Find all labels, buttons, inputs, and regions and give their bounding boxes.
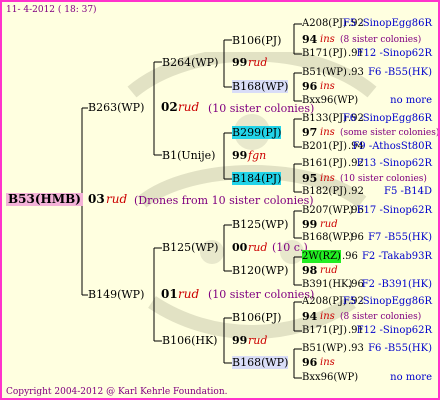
l4-code: F9 -AthosSt80R [352, 141, 432, 152]
l1-year-0: 02 [161, 100, 178, 114]
l4-code: no more [390, 372, 432, 383]
l3-note-6: (8 sister colonies) [340, 312, 422, 322]
l3-origin-4: rud [320, 219, 338, 230]
l1-name-1: B149(WP) [88, 288, 145, 301]
root-name: B53(HMB) [6, 192, 83, 206]
l4-id: B168(WP) [302, 232, 354, 243]
l4-id: 2W(RZ) [302, 250, 341, 263]
l2-year-3: 99 [232, 334, 248, 347]
l3-note-0: (8 sister colonies) [340, 35, 422, 45]
l3-name-1: B168(WP) [232, 80, 289, 93]
l4-code: F12 -Sinop62R [356, 325, 432, 336]
l4-id: A208(PJ) [302, 296, 347, 307]
l3-name-0: B106(PJ) [232, 34, 282, 47]
l4-id: B171(PJ) [302, 325, 347, 336]
l3-name-3: B184(PJ) [232, 172, 282, 185]
l4-code: F13 -Sinop62R [356, 158, 432, 169]
l4-code: F2 -Takab93R [361, 251, 432, 262]
l3-year-1: 96 [302, 80, 318, 93]
l1-note-0: (10 sister colonies) [208, 102, 315, 115]
l3-name-7: B168(WP) [232, 356, 289, 369]
l3-origin-5: rud [320, 265, 338, 276]
l4-year: . [348, 372, 352, 383]
l3-origin-1: ins [320, 81, 335, 92]
root-note: (Drones from 10 sister colonies) [134, 194, 314, 207]
l1-name-0: B263(WP) [88, 101, 145, 114]
l2-name-0: B264(WP) [162, 56, 219, 69]
l3-year-7: 96 [302, 356, 318, 369]
l2-origin-0: rud [248, 56, 268, 69]
l2-name-1: B1(Unije) [162, 149, 216, 162]
l3-note-2: (some sister colonies) [340, 128, 440, 138]
l2-name-3: B106(HK) [162, 334, 218, 347]
l3-year-6: 94 [302, 310, 318, 323]
l2-year-2: 00 [232, 241, 248, 254]
l4-year: .93 [348, 67, 364, 78]
l4-id: B182(PJ) [302, 186, 347, 197]
l4-id: B133(PJ) [302, 113, 347, 124]
l3-name-6: B106(PJ) [232, 311, 282, 324]
l4-id: B51(WP) [302, 343, 347, 354]
l4-code: F6 -B55(HK) [368, 67, 432, 78]
l3-origin-7: ins [320, 357, 335, 368]
l4-id: B391(HK) [302, 279, 353, 290]
l4-id: B201(PJ) [302, 141, 347, 152]
l3-year-5: 98 [302, 264, 318, 277]
l4-code: F7 -B55(HK) [368, 232, 432, 243]
l1-origin-0: rud [178, 100, 200, 114]
l3-year-3: 95 [302, 172, 318, 185]
root-year: 03 [88, 192, 105, 206]
l4-year: . [348, 95, 352, 106]
l2-name-2: B125(WP) [162, 241, 219, 254]
l4-code: F6 -B55(HK) [368, 343, 432, 354]
l4-code: F6 -SinopEgg86R [342, 113, 432, 124]
l2-origin-2: rud [248, 241, 268, 254]
l4-id: B207(WP) [302, 205, 354, 216]
l4-id: A208(PJ) [302, 18, 347, 29]
l4-year: .93 [348, 343, 364, 354]
l4-id: B171(PJ) [302, 48, 347, 59]
l2-year-1: 99 [232, 149, 248, 162]
l2-origin-1: fgn [248, 149, 267, 162]
timestamp: 11- 4-2012 ( 18: 37) [6, 5, 97, 15]
l4-code: F2 -B391(HK) [361, 279, 432, 290]
l4-code: F5 -SinopEgg86R [342, 296, 432, 307]
copyright: Copyright 2004-2012 @ Karl Kehrle Founda… [6, 387, 228, 397]
l4-code: F12 -Sinop62R [356, 48, 432, 59]
l3-year-4: 99 [302, 218, 318, 231]
l4-id: B51(WP) [302, 67, 347, 78]
l3-name-2: B299(PJ) [232, 126, 282, 139]
l4-code: F5 -B14D [384, 186, 432, 197]
l2-origin-3: rud [248, 334, 268, 347]
l1-origin-1: rud [178, 287, 200, 301]
l3-origin-0: ins [320, 34, 335, 45]
l4-code: F17 -Sinop62R [356, 205, 432, 216]
l3-name-4: B125(WP) [232, 218, 289, 231]
l4-code: F5 -SinopEgg86R [342, 18, 432, 29]
l3-origin-6: ins [320, 311, 335, 322]
pedigree-frame: 11- 4-2012 ( 18: 37) B53(HMB) 03 rud (Dr… [0, 0, 440, 400]
l3-name-5: B120(WP) [232, 264, 289, 277]
l1-year-1: 01 [161, 287, 178, 301]
l2-year-0: 99 [232, 56, 248, 69]
l4-id: B161(PJ) [302, 158, 347, 169]
l3-origin-2: ins [320, 127, 335, 138]
l4-year: .92 [348, 186, 364, 197]
l4-year: .96 [342, 251, 358, 262]
root-origin: rud [106, 192, 128, 206]
l4-code: no more [390, 95, 432, 106]
l3-year-2: 97 [302, 126, 318, 139]
l4-year: .96 [348, 232, 364, 243]
l1-note-1: (10 sister colonies) [208, 288, 315, 301]
l3-year-0: 94 [302, 33, 318, 46]
l3-origin-3: ins [320, 173, 335, 184]
